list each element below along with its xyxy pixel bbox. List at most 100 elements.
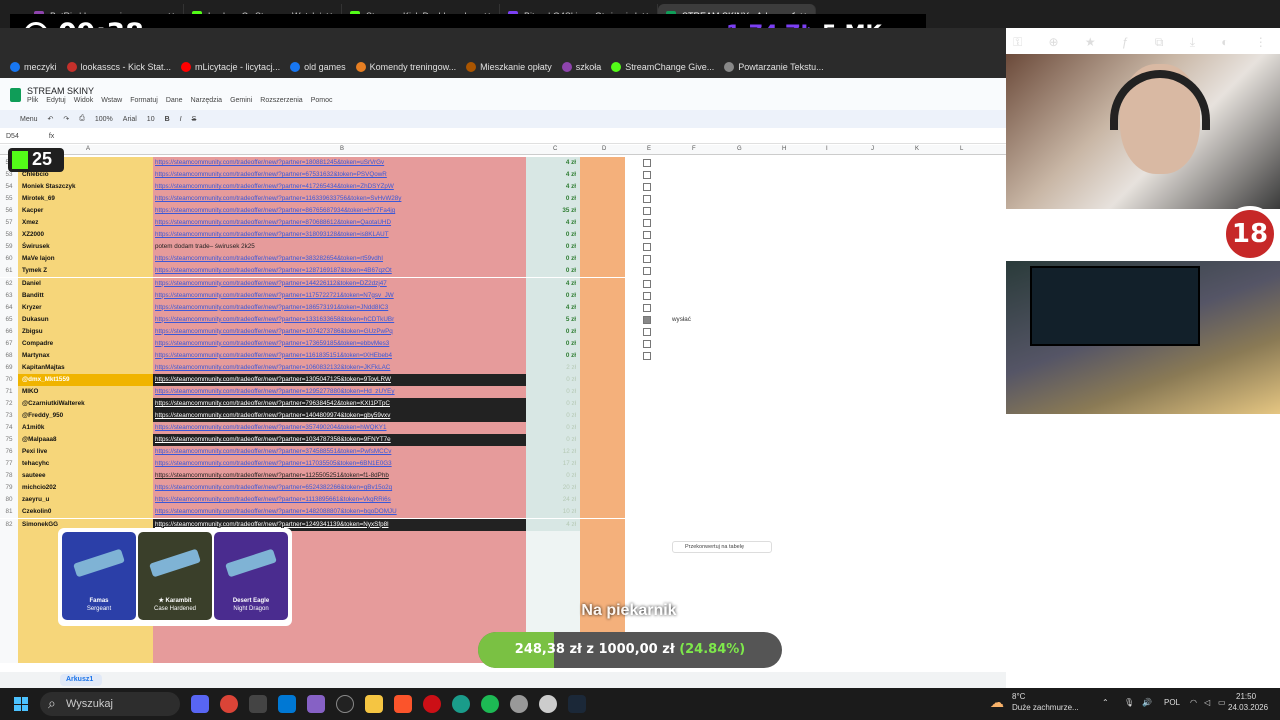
tray-chevron-icon[interactable]: ⌃	[1102, 698, 1109, 707]
checkbox[interactable]	[643, 219, 651, 228]
cell-trade-link[interactable]: https://steamcommunity.com/tradeoffer/ne…	[153, 337, 526, 350]
app-icon[interactable]	[510, 695, 528, 713]
checkbox[interactable]	[643, 195, 651, 204]
cell-d-blank[interactable]	[580, 530, 625, 543]
cell-d[interactable]	[580, 410, 625, 423]
italic-icon[interactable]: I	[180, 116, 182, 123]
bookmark-item[interactable]: lookasscs - Kick Stat...	[66, 62, 171, 72]
cell-name[interactable]: Kryzer	[18, 301, 153, 314]
cell-trade-link[interactable]: https://steamcommunity.com/tradeoffer/ne…	[153, 193, 526, 206]
cell-name[interactable]: A1mi0k	[18, 422, 153, 435]
checkbox[interactable]	[643, 243, 651, 252]
cell-amount[interactable]: 5 zł	[526, 313, 580, 326]
cell-amount[interactable]: 4 zł	[526, 217, 580, 230]
bookmark-item[interactable]: Mieszkanie opłaty	[466, 62, 552, 72]
cell-amount[interactable]: 12 zł	[526, 446, 580, 459]
cell-amount[interactable]: 0 zł	[526, 193, 580, 206]
cell-d[interactable]	[580, 265, 625, 278]
cell-d-blank[interactable]	[580, 578, 625, 591]
cell-amount[interactable]: 0 zł	[526, 470, 580, 483]
doc-title[interactable]: STREAM SKINY	[27, 86, 94, 96]
chrome-icon[interactable]	[220, 695, 238, 713]
row-number[interactable]: 60	[0, 253, 18, 266]
cell-trade-link[interactable]: potem dodam trade– świrusek 2k25	[153, 241, 526, 254]
cell-amount[interactable]: 0 zł	[526, 373, 580, 386]
brave-icon[interactable]	[394, 695, 412, 713]
checkbox[interactable]	[643, 303, 651, 312]
cell-name[interactable]: @dmx_Mkt1559	[18, 373, 153, 386]
cell-amount[interactable]: 0 zł	[526, 337, 580, 350]
zoom-icon[interactable]: ⊕	[1049, 35, 1059, 49]
menu-item[interactable]: Pomoc	[311, 97, 333, 104]
row-number[interactable]: 58	[0, 229, 18, 242]
cell-amount[interactable]: 4 zł	[526, 181, 580, 194]
steam-icon[interactable]	[568, 695, 586, 713]
checkbox[interactable]	[643, 315, 651, 324]
cell-d[interactable]	[580, 361, 625, 374]
cell-amount[interactable]: 4 zł	[526, 518, 580, 531]
row-number[interactable]: 82	[0, 518, 18, 531]
cell-name[interactable]: sauteee	[18, 470, 153, 483]
menu-search[interactable]: Menu	[20, 116, 38, 123]
cell-d[interactable]	[580, 482, 625, 495]
cell-d-blank[interactable]	[580, 542, 625, 555]
cell-trade-link[interactable]: https://steamcommunity.com/tradeoffer/ne…	[153, 313, 526, 326]
cell-amount[interactable]: 0 zł	[526, 265, 580, 278]
visual-studio-icon[interactable]	[307, 695, 325, 713]
cell-trade-link[interactable]: https://steamcommunity.com/tradeoffer/ne…	[153, 157, 526, 169]
cell-trade-link[interactable]: https://steamcommunity.com/tradeoffer/ne…	[153, 253, 526, 266]
puzzle-icon[interactable]: ⧉	[1155, 35, 1164, 50]
menu-dots-icon[interactable]: ⋮	[1255, 35, 1267, 49]
checkbox[interactable]	[643, 267, 651, 276]
cell-trade-link[interactable]: https://steamcommunity.com/tradeoffer/ne…	[153, 458, 526, 471]
cell-d[interactable]	[580, 470, 625, 483]
cell-d[interactable]	[580, 385, 625, 398]
cell-d[interactable]	[580, 325, 625, 338]
cell-name[interactable]: Pexi live	[18, 446, 153, 459]
row-number[interactable]: 65	[0, 313, 18, 326]
cell-name[interactable]: tehacyhc	[18, 458, 153, 471]
cell-trade-link[interactable]: https://steamcommunity.com/tradeoffer/ne…	[153, 325, 526, 338]
row-number[interactable]: 62	[0, 277, 18, 290]
column-header[interactable]: J	[871, 146, 874, 152]
row-number[interactable]: 57	[0, 217, 18, 230]
cell-name[interactable]: Kacper	[18, 205, 153, 218]
cell-name[interactable]: Xmez	[18, 217, 153, 230]
row-number[interactable]: 72	[0, 398, 18, 410]
cell-trade-link[interactable]: https://steamcommunity.com/tradeoffer/ne…	[153, 289, 526, 302]
cell-d-blank[interactable]	[580, 566, 625, 579]
cell-name-blank[interactable]	[18, 626, 153, 639]
cell-link-blank[interactable]	[153, 639, 526, 651]
cell-amount[interactable]: 4 zł	[526, 277, 580, 290]
cell-trade-link[interactable]: https://steamcommunity.com/tradeoffer/ne…	[153, 434, 526, 447]
cell-d[interactable]	[580, 301, 625, 314]
column-header[interactable]: I	[826, 146, 828, 152]
cell-d[interactable]	[580, 277, 625, 290]
row-number[interactable]: 73	[0, 410, 18, 423]
cell-trade-link[interactable]: https://steamcommunity.com/tradeoffer/ne…	[153, 181, 526, 194]
checkbox[interactable]	[643, 231, 651, 240]
cell-amount-blank[interactable]	[526, 566, 580, 579]
row-number-blank[interactable]	[0, 602, 18, 615]
checkbox[interactable]	[643, 255, 651, 264]
row-number[interactable]: 68	[0, 349, 18, 362]
cell-trade-link[interactable]: https://steamcommunity.com/tradeoffer/ne…	[153, 422, 526, 435]
row-number[interactable]: 61	[0, 265, 18, 278]
cell-name[interactable]: XZ2000	[18, 229, 153, 242]
cell-name[interactable]: Dukasun	[18, 313, 153, 326]
column-header[interactable]: A	[86, 146, 90, 152]
edge-icon[interactable]	[452, 695, 470, 713]
cell-trade-link[interactable]: https://steamcommunity.com/tradeoffer/ne…	[153, 301, 526, 314]
cell-amount[interactable]: 0 zł	[526, 289, 580, 302]
star-icon[interactable]: ★	[1085, 35, 1096, 49]
wifi-icon[interactable]: ◠	[1190, 698, 1197, 707]
sheets-logo-icon[interactable]	[10, 88, 21, 102]
cell-amount[interactable]: 10 zł	[526, 506, 580, 519]
menu-item[interactable]: Dane	[166, 97, 183, 104]
menu-item[interactable]: Wstaw	[101, 97, 122, 104]
column-header[interactable]: D	[602, 146, 606, 152]
cell-trade-link[interactable]: https://steamcommunity.com/tradeoffer/ne…	[153, 349, 526, 362]
row-number-blank[interactable]	[0, 530, 18, 543]
row-number[interactable]: 79	[0, 482, 18, 495]
bookmark-item[interactable]: StreamChange Give...	[611, 62, 714, 72]
